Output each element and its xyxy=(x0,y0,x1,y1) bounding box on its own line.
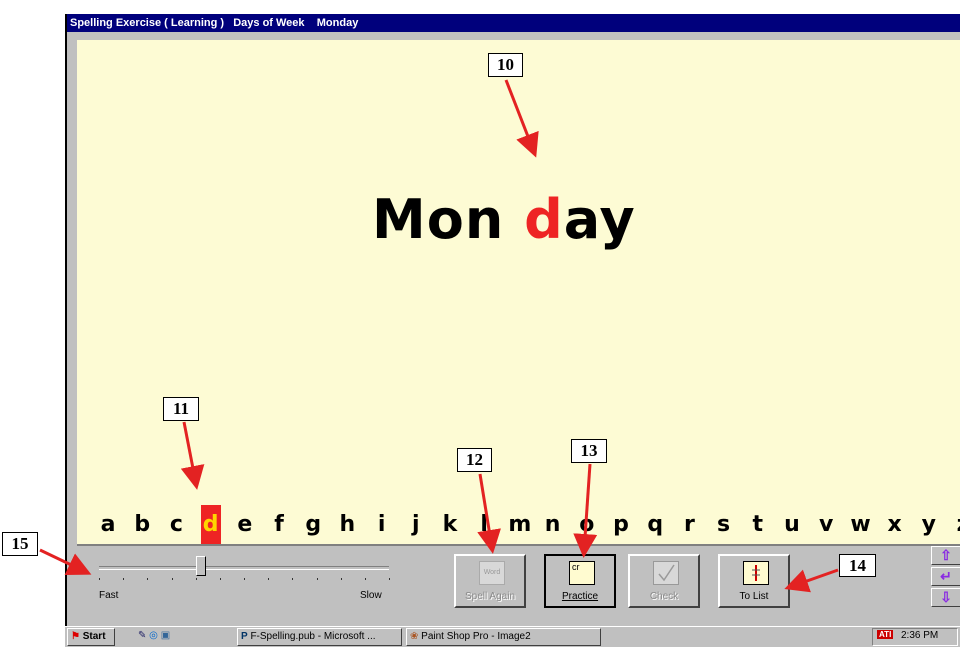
arrow-10 xyxy=(504,79,539,158)
arrow-15 xyxy=(39,548,92,576)
arrow-14 xyxy=(784,568,839,593)
arrow-13 xyxy=(573,463,598,558)
annotation-arrows xyxy=(39,79,839,593)
arrow-11 xyxy=(180,421,205,490)
arrow-12 xyxy=(477,473,501,554)
